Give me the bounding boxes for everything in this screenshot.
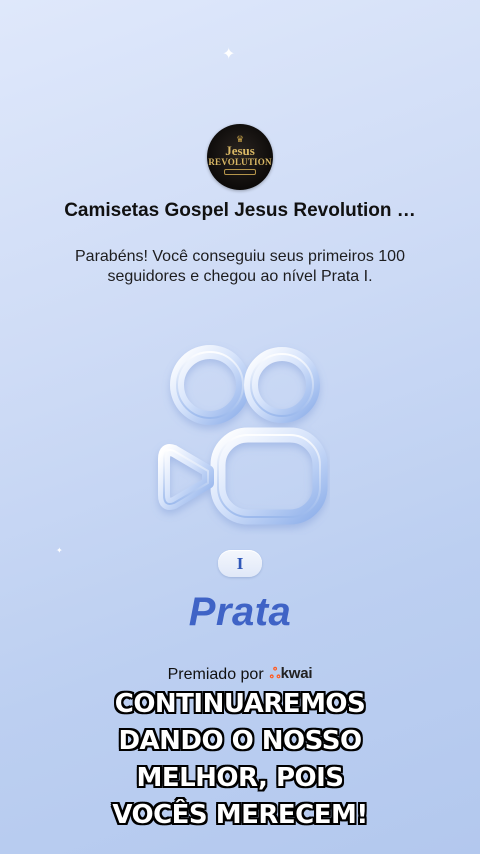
caption-line: VOCÊS MERECEM! [112, 800, 368, 830]
avatar-text-line2: REVOLUTION [208, 157, 272, 167]
sparkle-icon: ✦ [56, 546, 63, 555]
avatar-text-line1: Jesus [225, 143, 255, 158]
avatar-divider [224, 169, 256, 175]
level-name: Prata [188, 590, 292, 634]
video-caption: CONTINUAREMOS DANDO O NOSSO MELHOR, POIS… [20, 686, 460, 834]
profile-avatar[interactable]: ♛ Jesus REVOLUTION [207, 124, 273, 190]
kwai-logo-icon: ஃ [269, 666, 281, 682]
profile-name: Camisetas Gospel Jesus Revolution … [64, 200, 416, 221]
caption-line: DANDO O NOSSO [118, 726, 362, 756]
caption-line: MELHOR, POIS [136, 763, 344, 793]
level-numeral-badge: I [218, 550, 262, 577]
awarded-by-label: Premiado por [167, 665, 264, 683]
awarded-by-row: Premiado por ஃkwai [0, 665, 480, 684]
caption-line: CONTINUAREMOS [114, 689, 366, 719]
kwai-brand-name: kwai [280, 665, 313, 682]
kwai-brand: ஃkwai [270, 665, 313, 684]
sparkle-icon: ✦ [222, 44, 236, 63]
achievement-message: Parabéns! Você conseguiu seus primeiros … [75, 248, 405, 285]
kwai-crystal-logo-icon [158, 345, 328, 525]
